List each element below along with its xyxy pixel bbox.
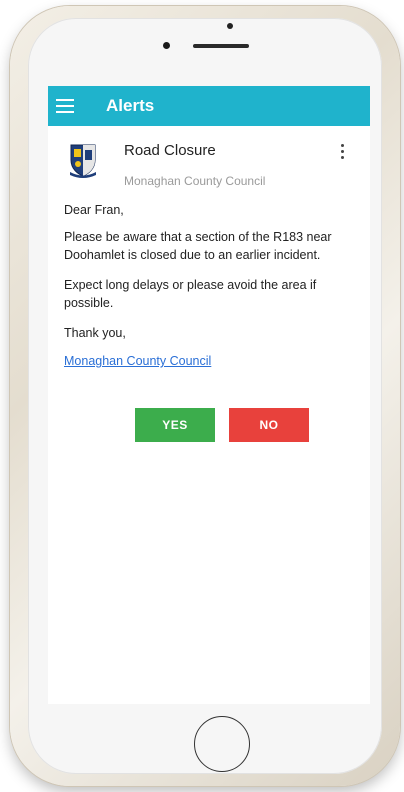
no-button[interactable]: NO [229,408,309,442]
alert-source: Monaghan County Council [124,174,266,188]
more-vertical-icon[interactable] [338,143,348,161]
phone-screen: Alerts Road Closure Monaghan County Coun… [48,86,370,704]
app-bar: Alerts [48,86,370,126]
home-button[interactable] [194,716,250,772]
menu-icon[interactable] [56,97,74,113]
front-camera [227,23,233,29]
alert-title: Road Closure [124,142,216,159]
message-paragraph-1: Please be aware that a section of the R1… [64,230,332,262]
proximity-sensor [163,42,170,49]
closing-text: Thank you, [64,326,126,340]
greeting-text: Dear Fran, [64,203,124,217]
app-title: Alerts [106,96,155,115]
sender-link[interactable]: Monaghan County Council [64,354,211,368]
earpiece-speaker [193,44,249,48]
alert-header: Road Closure Monaghan County Council [48,126,370,188]
yes-button[interactable]: YES [135,408,215,442]
message-paragraph-2: Expect long delays or please avoid the a… [64,278,317,310]
council-crest-icon [70,144,96,178]
